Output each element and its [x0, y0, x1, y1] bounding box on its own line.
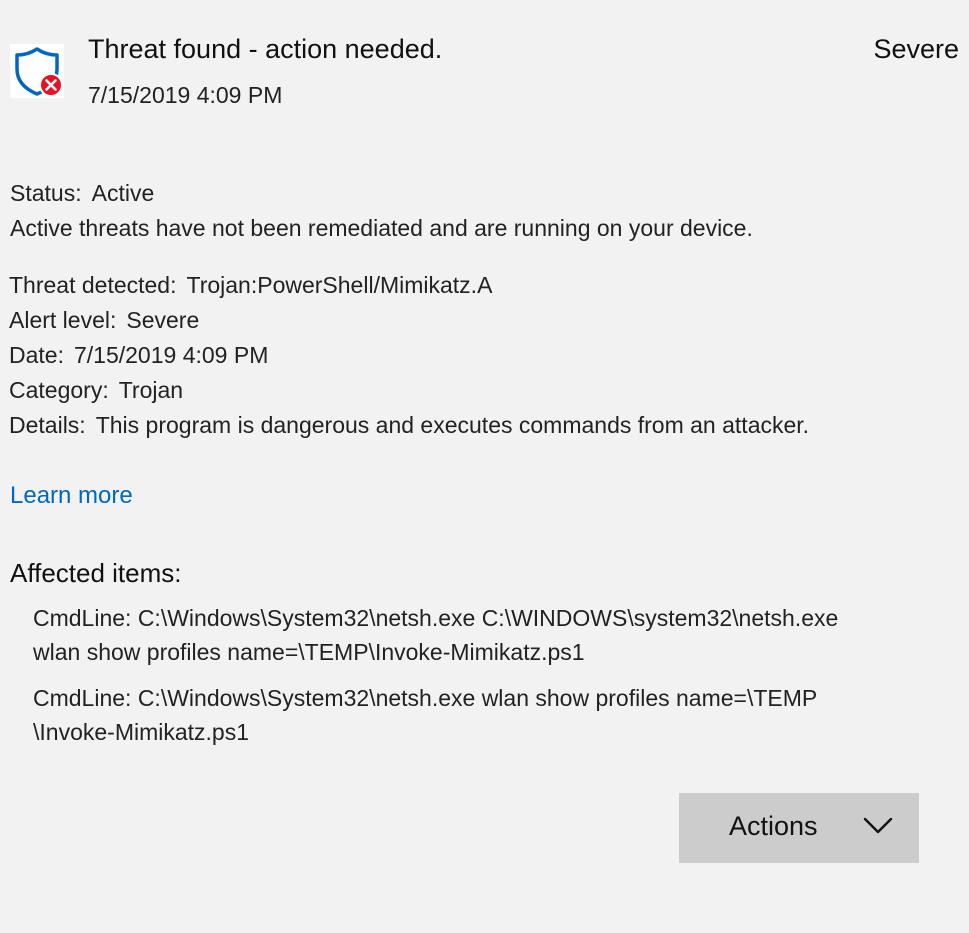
detail-label: Date: [9, 342, 64, 368]
chevron-down-icon [863, 816, 893, 836]
status-value: Active [91, 180, 155, 206]
detail-row-alert-level: Alert level: Severe [9, 303, 809, 338]
detail-value: 7/15/2019 4:09 PM [73, 342, 269, 368]
detail-row-threat: Threat detected: Trojan:PowerShell/Mimika… [9, 268, 809, 303]
detail-row-date: Date: 7/15/2019 4:09 PM [9, 338, 809, 373]
detail-row-details: Details: This program is dangerous and ex… [9, 408, 809, 443]
status-description: Active threats have not been remediated … [10, 215, 753, 241]
detail-value: This program is dangerous and executes c… [95, 412, 810, 438]
detail-label: Alert level: [9, 307, 117, 333]
actions-button[interactable]: Actions [679, 793, 919, 863]
detail-value: Trojan:PowerShell/Mimikatz.A [186, 272, 493, 298]
list-item: CmdLine: C:\Windows\System32\netsh.exe w… [33, 685, 818, 745]
status-label: Status: [10, 180, 82, 206]
list-item: CmdLine: C:\Windows\System32\netsh.exe C… [33, 605, 839, 665]
learn-more-link[interactable]: Learn more [10, 482, 133, 510]
affected-items-title: Affected items: [10, 558, 182, 588]
detail-label: Threat detected: [9, 272, 177, 298]
detail-label: Details: [9, 412, 86, 438]
shield-error-icon [10, 44, 64, 98]
affected-items-list: CmdLine: C:\Windows\System32\netsh.exe C… [33, 601, 933, 761]
threat-header: Threat found - action needed. 7/15/2019 … [10, 30, 959, 120]
detail-value: Severe [126, 307, 200, 333]
status-section: Status: Active Active threats have not be… [10, 176, 753, 246]
detail-row-category: Category: Trojan [9, 373, 809, 408]
threat-details-page: Threat found - action needed. 7/15/2019 … [0, 0, 969, 933]
threat-timestamp: 7/15/2019 4:09 PM [88, 82, 283, 108]
page-title: Threat found - action needed. [88, 34, 443, 64]
detail-value: Trojan [118, 377, 184, 403]
actions-label: Actions [729, 811, 818, 841]
detail-label: Category: [9, 377, 109, 403]
threat-details: Threat detected: Trojan:PowerShell/Mimika… [9, 268, 809, 443]
severity-label: Severe [873, 34, 959, 64]
status-row: Status: Active [10, 176, 753, 211]
